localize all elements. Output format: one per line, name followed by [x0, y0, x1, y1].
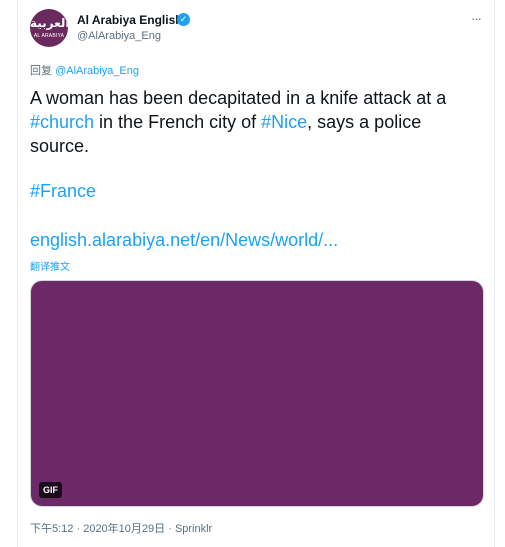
more-options-icon[interactable]: ···: [471, 11, 482, 26]
reply-mention-link[interactable]: @AlArabiya_Eng: [55, 65, 139, 77]
meta-separator: ·: [165, 523, 175, 535]
gif-media[interactable]: [30, 280, 484, 507]
tweet-text-part: A woman has been decapitated in a knife …: [30, 88, 447, 108]
hashtag-church-link[interactable]: #church: [30, 112, 94, 132]
user-handle[interactable]: @AlArabiya_Eng: [77, 30, 161, 42]
tweet-source-link[interactable]: Sprinklr: [175, 523, 212, 535]
avatar-logo-arabic: العربية: [30, 16, 68, 30]
reply-to-line: 回复 @AlArabiya_Eng: [30, 62, 139, 78]
tweet-text: A woman has been decapitated in a knife …: [30, 86, 470, 158]
tweet-time-link[interactable]: 下午5:12: [30, 523, 73, 535]
reply-prefix: 回复: [30, 65, 52, 77]
display-name[interactable]: Al Arabiya English: [77, 13, 183, 27]
hashtag-nice-link[interactable]: #Nice: [261, 112, 307, 132]
hashtag-france-link[interactable]: #France: [30, 181, 96, 202]
avatar[interactable]: العربية AL ARABIYA: [30, 9, 68, 47]
tweet-text-part: in the French city of: [94, 112, 262, 132]
avatar-logo-english: AL ARABIYA: [33, 33, 65, 39]
tweet-metadata: 下午5:12 · 2020年10月29日 · Sprinklr: [30, 520, 212, 536]
translate-tweet-link[interactable]: 翻译推文: [30, 258, 70, 273]
article-link[interactable]: english.alarabiya.net/en/News/world/...: [30, 230, 338, 251]
verified-badge-icon: ✓: [177, 13, 190, 26]
meta-separator: ·: [73, 523, 84, 535]
gif-badge: GIF: [39, 482, 62, 498]
tweet-date-link[interactable]: 2020年10月29日: [83, 523, 165, 535]
